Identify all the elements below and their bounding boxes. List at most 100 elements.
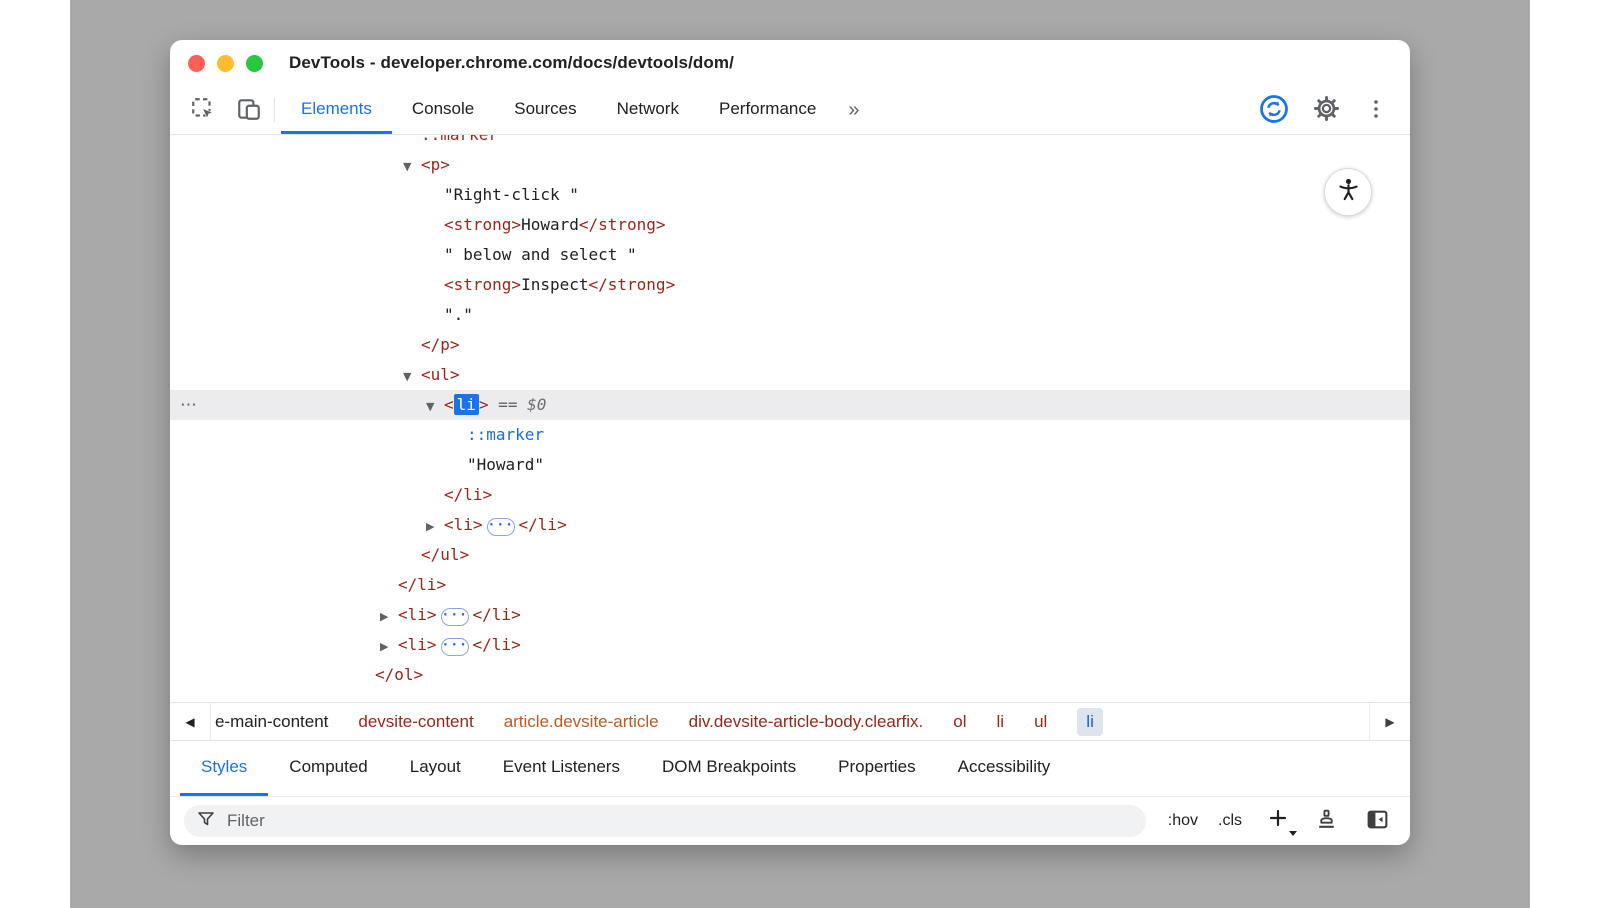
zoom-button[interactable] [246,55,263,72]
tag-token: </strong> [579,215,666,234]
tag-token: </p> [421,335,460,354]
window-title: DevTools - developer.chrome.com/docs/dev… [289,53,734,73]
dom-tree-row[interactable]: </ul> [170,540,1410,570]
tag-token: <li> [444,515,483,534]
styles-tab-dom-breakpoints[interactable]: DOM Breakpoints [641,741,817,796]
breadcrumb-item-8[interactable]: li [1077,708,1103,736]
settings-gear-icon [1313,95,1340,125]
breadcrumb-item-3[interactable]: article.devsite-article [504,712,659,732]
filter-field[interactable] [184,805,1146,837]
breadcrumb-item-6[interactable]: li [997,712,1005,732]
close-button[interactable] [188,55,205,72]
dom-tree-row[interactable]: <strong>Howard</strong> [170,210,1410,240]
collapse-arrow-icon[interactable]: ▼ [403,152,421,182]
tab-console[interactable]: Console [392,86,494,134]
dom-tree-row[interactable]: ::marker [170,135,1410,150]
breadcrumb-scroll-left-button[interactable]: ◀ [170,703,211,740]
inline-expand-button[interactable]: ··· [441,638,469,656]
dom-tree-row[interactable]: ▶<li>···</li> [170,600,1410,630]
tab-performance[interactable]: Performance [699,86,836,134]
selected-tag-name: li [454,394,479,415]
funnel-icon [196,809,216,834]
breadcrumb-item-2[interactable]: devsite-content [358,712,473,732]
breadcrumb-item-1[interactable]: e-main-content [215,712,328,732]
caret-down-icon [1289,831,1297,836]
expand-arrow-icon[interactable]: ▶ [380,632,398,662]
tab-network[interactable]: Network [597,86,699,134]
styles-tab-computed[interactable]: Computed [268,741,388,796]
dom-tree-row[interactable]: </li> [170,570,1410,600]
breadcrumb-item-7[interactable]: ul [1034,712,1047,732]
more-panels-button[interactable]: » [836,99,871,122]
styles-tab-styles[interactable]: Styles [180,741,268,796]
traffic-lights [188,55,263,72]
settings-button[interactable] [1311,93,1342,127]
kebab-menu-icon [1364,97,1388,124]
dom-tree-row[interactable]: " below and select " [170,240,1410,270]
row-overflow-menu-icon[interactable]: ⋯ [180,390,198,420]
tag-token: > [479,395,489,414]
dom-tree-row[interactable]: </li> [170,480,1410,510]
titlebar: DevTools - developer.chrome.com/docs/dev… [170,40,1410,86]
styles-tab-properties[interactable]: Properties [817,741,936,796]
dom-tree-row[interactable]: ::marker [170,420,1410,450]
selected-dom-node-row[interactable]: ⋯▼<li> == $0 [170,390,1410,420]
styles-pane-tabs: StylesComputedLayoutEvent ListenersDOM B… [170,741,1410,797]
kebab-menu-button[interactable] [1362,95,1390,126]
styles-tab-event-listeners[interactable]: Event Listeners [482,741,641,796]
sync-button[interactable] [1257,92,1291,129]
dom-tree-row[interactable]: ▶<li>···</li> [170,630,1410,660]
styles-tab-accessibility[interactable]: Accessibility [937,741,1072,796]
tag-token: <li> [398,635,437,654]
inspect-cursor-icon [190,96,216,125]
breadcrumb: e-main-content devsite-content article.dev… [211,703,1369,740]
expand-arrow-icon[interactable]: ▶ [426,512,444,542]
filter-input[interactable] [225,810,1134,832]
breadcrumb-item-5[interactable]: ol [953,712,966,732]
dom-tree-row[interactable]: "Right-click " [170,180,1410,210]
hover-state-toggle[interactable]: :hov [1168,812,1198,830]
pseudo-element-token: ::marker [467,425,544,444]
text-token: "Right-click " [444,185,579,204]
dom-tree-row[interactable]: ▶<li>···</li> [170,510,1410,540]
toggle-sidebar-button[interactable] [1363,805,1392,837]
dom-tree-row[interactable]: <strong>Inspect</strong> [170,270,1410,300]
text-token: " below and select " [444,245,637,264]
tag-token: ::marker [421,135,498,144]
stamp-button[interactable] [1312,805,1341,837]
styles-filter-bar: :hov .cls [170,797,1410,845]
toolbar-divider [274,98,275,122]
inline-expand-button[interactable]: ··· [441,608,469,626]
dom-tree-row[interactable]: ▼<p> [170,150,1410,180]
tag-token: </ol> [375,665,423,684]
sync-icon [1259,94,1289,127]
tag-token: </li> [473,635,521,654]
dock-panel-icon [1365,807,1390,835]
element-classes-toggle[interactable]: .cls [1218,812,1242,830]
collapse-arrow-icon[interactable]: ▼ [426,392,444,422]
breadcrumb-scroll-right-button[interactable]: ▶ [1369,703,1410,740]
breadcrumb-item-4[interactable]: div.devsite-article-body.clearfix. [689,712,924,732]
accessibility-button[interactable] [1324,168,1372,216]
device-toolbar-button[interactable] [234,94,264,127]
collapse-arrow-icon[interactable]: ▼ [403,362,421,392]
tag-token: </strong> [589,275,676,294]
tab-sources[interactable]: Sources [494,86,596,134]
tab-elements[interactable]: Elements [281,86,392,134]
dom-tree[interactable]: ::marker▼<p>"Right-click "<strong>Howard… [170,135,1410,702]
text-token: "Howard" [467,455,544,474]
dom-tree-row[interactable]: ▼<ul> [170,360,1410,390]
dom-tree-row[interactable]: "Howard" [170,450,1410,480]
expand-arrow-icon[interactable]: ▶ [380,602,398,632]
dom-tree-row[interactable]: "." [170,300,1410,330]
new-style-rule-button[interactable] [1266,807,1290,836]
inline-expand-button[interactable]: ··· [487,518,515,536]
tag-token: </ul> [421,545,469,564]
inspect-element-button[interactable] [188,94,218,127]
dom-tree-row[interactable]: </ol> [170,660,1410,690]
text-token: == [489,395,528,414]
tag-token: < [444,395,454,414]
minimize-button[interactable] [217,55,234,72]
styles-tab-layout[interactable]: Layout [389,741,482,796]
dom-tree-row[interactable]: </p> [170,330,1410,360]
